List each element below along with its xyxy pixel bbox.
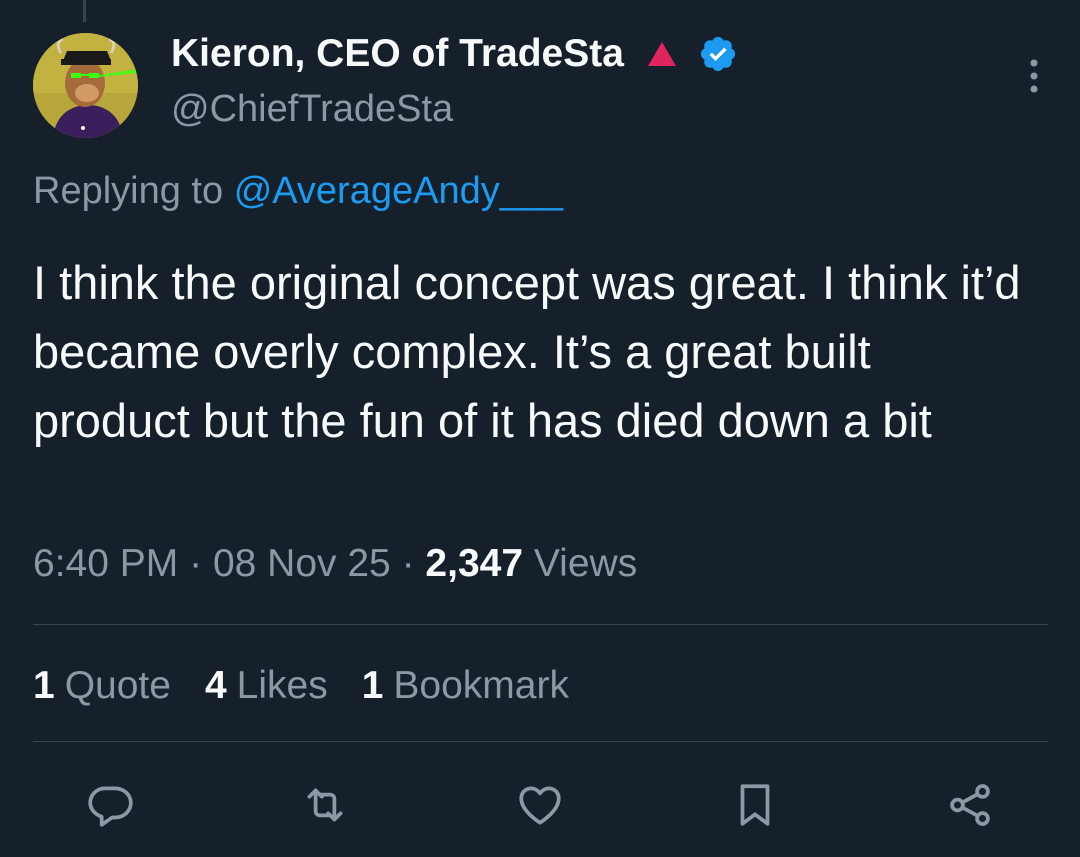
stat-quotes[interactable]: 1 Quote bbox=[33, 664, 171, 708]
replying-to: Replying to @AverageAndy___ bbox=[33, 170, 563, 213]
replying-prefix: Replying to bbox=[33, 170, 224, 212]
ape-avatar-icon bbox=[33, 33, 138, 138]
stat-count: 1 bbox=[33, 664, 55, 707]
retweet-icon bbox=[307, 788, 343, 822]
more-options-icon[interactable] bbox=[1028, 58, 1040, 94]
meta-separator: · bbox=[189, 542, 203, 585]
like-button[interactable] bbox=[510, 775, 570, 835]
stat-label: Bookmark bbox=[393, 664, 569, 707]
reply-icon bbox=[88, 786, 133, 827]
meta-separator: · bbox=[401, 542, 415, 585]
tweet-detail: Kieron, CEO of TradeSta @ChiefTradeSta R… bbox=[0, 0, 1080, 857]
thread-line bbox=[83, 0, 86, 22]
tweet-text: I think the original concept was great. … bbox=[33, 256, 1021, 447]
stat-count: 1 bbox=[361, 664, 384, 707]
stat-likes[interactable]: 4 Likes bbox=[205, 664, 328, 708]
tweet-time[interactable]: 6:40 PM bbox=[33, 542, 178, 585]
verified-check-icon bbox=[700, 36, 736, 72]
action-bar bbox=[0, 775, 1080, 835]
bookmark-icon bbox=[740, 784, 770, 826]
retweet-button[interactable] bbox=[295, 775, 355, 835]
stat-bookmarks[interactable]: 1 Bookmark bbox=[362, 664, 569, 708]
heart-icon bbox=[519, 786, 561, 825]
share-icon bbox=[950, 784, 990, 826]
author-header: Kieron, CEO of TradeSta bbox=[171, 32, 738, 76]
tweet-date[interactable]: 08 Nov 25 bbox=[213, 542, 391, 585]
views-label: Views bbox=[533, 542, 638, 585]
engagement-stats: 1 Quote 4 Likes 1 Bookmark bbox=[33, 664, 603, 708]
avatar[interactable] bbox=[33, 33, 138, 138]
views-count: 2,347 bbox=[425, 542, 524, 585]
bookmark-button[interactable] bbox=[725, 775, 785, 835]
author-display-name[interactable]: Kieron, CEO of TradeSta bbox=[171, 32, 624, 76]
divider bbox=[33, 741, 1048, 742]
red-triangle-icon bbox=[647, 42, 676, 66]
reply-button[interactable] bbox=[80, 775, 140, 835]
stat-label: Likes bbox=[236, 664, 328, 707]
stat-count: 4 bbox=[204, 664, 227, 707]
tweet-meta: 6:40 PM · 08 Nov 25 · 2,347 Views bbox=[33, 542, 637, 586]
divider bbox=[33, 624, 1048, 625]
reply-target-link[interactable]: @AverageAndy___ bbox=[234, 170, 563, 212]
share-button[interactable] bbox=[940, 775, 1000, 835]
author-handle[interactable]: @ChiefTradeSta bbox=[171, 88, 453, 131]
stat-label: Quote bbox=[64, 664, 171, 707]
